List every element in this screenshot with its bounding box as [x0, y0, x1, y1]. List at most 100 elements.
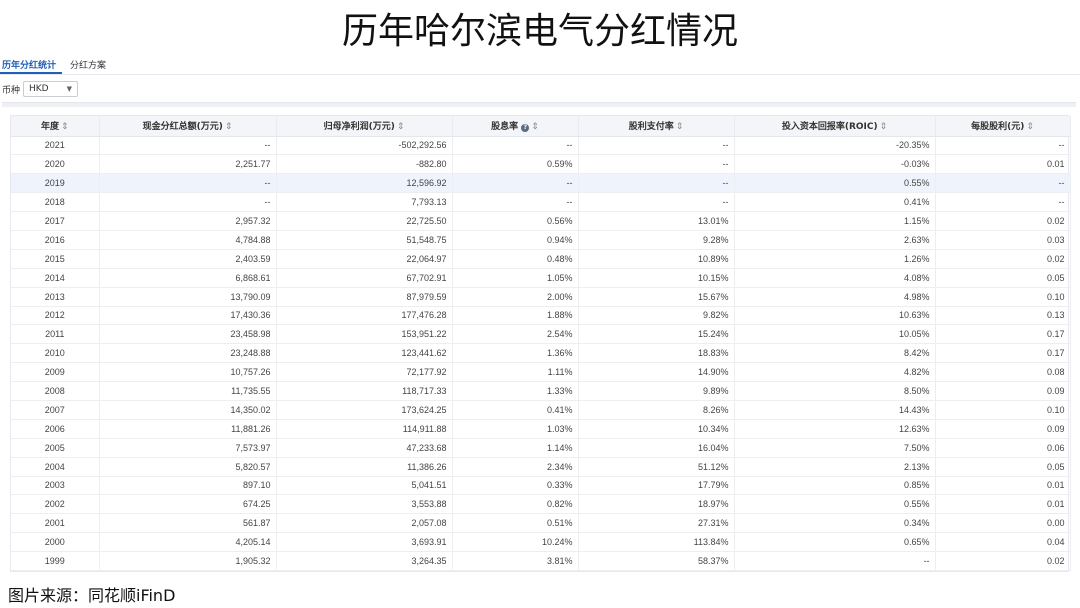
table-row[interactable]: 2003 897.10 5,041.51 0.33% 17.79% 0.85% 0.01	[11, 476, 1071, 496]
table-cell: --	[578, 173, 735, 194]
table-cell: 4,784.88	[99, 230, 277, 250]
table-cell: 0.01	[935, 154, 1071, 175]
table-cell: 0.41%	[734, 192, 936, 213]
table-row[interactable]: 2015 2,403.59 22,064.97 0.48% 10.89% 1.26% 0.0…	[11, 249, 1071, 269]
table-cell: 0.85%	[734, 476, 936, 496]
tab-dividend-plan[interactable]: 分红方案	[68, 58, 112, 74]
table-row[interactable]: 2016 4,784.88 51,548.75 0.94% 9.28% 2.63% 0.03	[11, 230, 1071, 250]
currency-value: HKD	[29, 84, 49, 94]
table-cell: 2018	[11, 192, 100, 213]
table-cell: 67,702.91	[276, 268, 453, 288]
table-cell: 561.87	[99, 513, 277, 534]
sort-icon[interactable]: ⇕	[531, 122, 539, 132]
table-cell: 2015	[11, 249, 100, 269]
table-cell: 3.81%	[452, 551, 579, 571]
table-row[interactable]: 2009 10,757.26 72,177.92 1.11% 14.90% 4.82% 0.…	[11, 362, 1071, 383]
table-cell: 2000	[11, 532, 100, 553]
table-cell: 87,979.59	[276, 287, 453, 307]
table-row[interactable]: 2008 11,735.55 118,717.33 1.33% 9.89% 8.50% 0.…	[11, 381, 1071, 401]
sort-icon[interactable]: ⇕	[397, 122, 405, 132]
table-cell: 0.01	[935, 476, 1071, 496]
column-header-net-profit[interactable]: 归母净利润(万元) ⇕	[276, 116, 453, 137]
sort-icon[interactable]: ⇕	[880, 122, 888, 132]
table-cell: 58.37%	[578, 551, 735, 571]
table-cell: 2013	[11, 287, 100, 307]
help-icon[interactable]: ?	[521, 124, 530, 133]
table-cell: 2017	[11, 211, 100, 231]
tab-bar: 历年分红统计 分红方案	[0, 58, 1080, 75]
table-cell: 8.50%	[734, 381, 936, 401]
table-row[interactable]: 2001 561.87 2,057.08 0.51% 27.31% 0.34% 0.00	[11, 513, 1071, 534]
table-cell: 15.67%	[578, 287, 735, 307]
table-cell: 2012	[11, 306, 100, 326]
table-cell: 0.17	[935, 324, 1071, 345]
currency-select[interactable]: HKD ▼	[23, 81, 79, 97]
table-row[interactable]: 2002 674.25 3,553.88 0.82% 18.97% 0.55% 0.01	[11, 494, 1071, 515]
table-cell: 0.51%	[452, 513, 579, 534]
table-row[interactable]: 2014 6,868.61 67,702.91 1.05% 10.15% 4.08% 0.0…	[11, 268, 1071, 288]
table-cell: 4.82%	[734, 362, 936, 383]
table-cell: 0.82%	[452, 494, 579, 515]
table-cell: 17,430.36	[99, 306, 277, 326]
table-cell: 0.04	[935, 532, 1071, 553]
table-row[interactable]: 2019 -- 12,596.92 -- -- 0.55% --	[11, 173, 1071, 194]
table-cell: 1.03%	[452, 419, 579, 439]
page-title: 历年哈尔滨电气分红情况	[341, 11, 738, 52]
tab-dividend-stats[interactable]: 历年分红统计	[0, 58, 63, 74]
table-cell: 2001	[11, 513, 100, 534]
table-row[interactable]: 2006 11,881.26 114,911.88 1.03% 10.34% 12.63%…	[11, 419, 1071, 439]
column-header-cash-dividend[interactable]: 现金分红总额(万元) ⇕	[99, 116, 277, 137]
table-cell: 2021	[11, 136, 100, 156]
table-row[interactable]: 2010 23,248.88 123,441.62 1.36% 18.83% 8.42% 0…	[11, 343, 1071, 364]
table-cell: 2002	[11, 494, 100, 515]
table-cell: 674.25	[99, 494, 277, 515]
table-cell: 10.63%	[734, 306, 936, 326]
table-cell: 0.05	[935, 268, 1071, 288]
table-cell: 22,064.97	[276, 249, 453, 269]
table-cell: 6,868.61	[99, 268, 277, 288]
table-cell: --	[99, 173, 277, 194]
table-cell: 9.82%	[578, 306, 735, 326]
sort-icon[interactable]: ⇕	[225, 122, 233, 132]
table-row[interactable]: 2021 -- -502,292.56 -- -- -20.35% --	[11, 136, 1071, 156]
table-row[interactable]: 2013 13,790.09 87,979.59 2.00% 15.67% 4.98% 0.…	[11, 287, 1071, 307]
column-header-payout-ratio[interactable]: 股利支付率 ⇕	[578, 116, 735, 137]
table-row[interactable]: 2017 2,957.32 22,725.50 0.56% 13.01% 1.15% 0.0…	[11, 211, 1071, 231]
table-cell: 0.09	[935, 381, 1071, 401]
table-cell: 0.02	[935, 211, 1071, 231]
table-cell: 1.14%	[452, 438, 579, 458]
sort-icon[interactable]: ⇕	[1026, 122, 1034, 132]
table-row[interactable]: 1999 1,905.32 3,264.35 3.81% 58.37% -- 0.02	[11, 551, 1071, 571]
table-cell: 1999	[11, 551, 100, 571]
column-header-roic[interactable]: 投入资本回报率(ROIC) ⇕	[734, 116, 936, 137]
sort-icon[interactable]: ⇕	[61, 122, 69, 132]
table-cell: --	[99, 136, 277, 156]
table-cell: 2006	[11, 419, 100, 439]
table-cell: 153,951.22	[276, 324, 453, 345]
table-cell: 9.28%	[578, 230, 735, 250]
table-cell: 173,624.25	[276, 400, 453, 420]
table-row[interactable]: 2012 17,430.36 177,476.28 1.88% 9.82% 10.63% 0…	[11, 306, 1071, 326]
table-row[interactable]: 2004 5,820.57 11,386.26 2.34% 51.12% 2.13% 0.0…	[11, 457, 1071, 477]
sort-icon[interactable]: ⇕	[676, 122, 684, 132]
table-row[interactable]: 2018 -- 7,793.13 -- -- 0.41% --	[11, 192, 1071, 213]
currency-label: 币种	[2, 85, 21, 96]
table-row[interactable]: 2005 7,573.97 47,233.68 1.14% 16.04% 7.50% 0.0…	[11, 438, 1071, 458]
table-row[interactable]: 2000 4,205.14 3,693.91 10.24% 113.84% 0.65% 0.…	[11, 532, 1071, 553]
column-header-year[interactable]: 年度 ⇕	[11, 116, 100, 137]
currency-filter: 币种 HKD ▼	[2, 80, 79, 98]
table-row[interactable]: 2011 23,458.98 153,951.22 2.54% 15.24% 10.05%…	[11, 324, 1071, 345]
table-row[interactable]: 2007 14,350.02 173,624.25 0.41% 8.26% 14.43% 0…	[11, 400, 1071, 420]
dividend-table: 年度 ⇕ 现金分红总额(万元) ⇕ 归母净利润(万元) ⇕ 股息率 ? ⇕ 股利支付率 ⇕…	[10, 115, 1071, 572]
table-cell: 0.06	[935, 438, 1071, 458]
table-cell: 0.33%	[452, 476, 579, 496]
table-cell: 123,441.62	[276, 343, 453, 364]
column-header-dividend-yield[interactable]: 股息率 ? ⇕	[452, 116, 579, 137]
column-header-dps[interactable]: 每股股利(元) ⇕	[935, 116, 1071, 137]
table-cell: --	[452, 192, 579, 213]
table-row[interactable]: 2020 2,251.77 -882.80 0.59% -- -0.03% 0.01	[11, 154, 1071, 175]
table-cell: 7,793.13	[276, 192, 453, 213]
table-cell: 1.26%	[734, 249, 936, 269]
table-cell: 2010	[11, 343, 100, 364]
table-cell: 5,820.57	[99, 457, 277, 477]
